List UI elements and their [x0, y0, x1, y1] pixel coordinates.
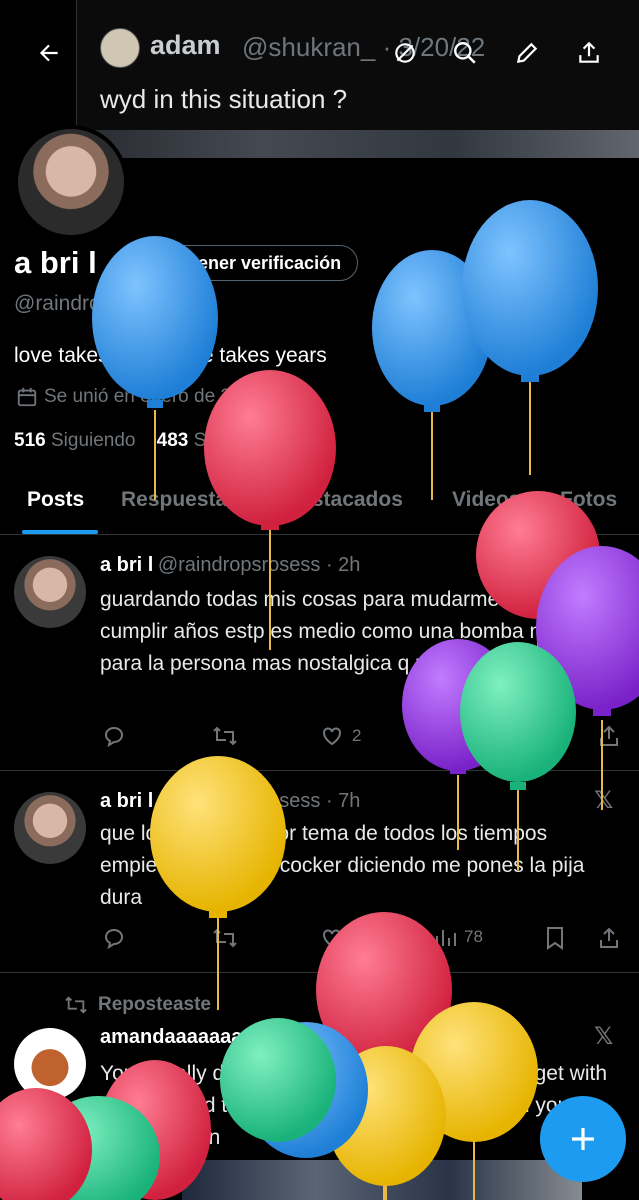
tweet-divider: [0, 770, 639, 771]
followers-link[interactable]: 483 Seguidores: [157, 430, 290, 451]
grok-button[interactable]: [384, 32, 426, 74]
get-verified-label: Obtener verificación: [167, 252, 342, 273]
like-count: 3: [352, 928, 362, 947]
reply-icon: [104, 726, 124, 748]
quoted-tweet-image: [76, 130, 639, 158]
tweet-media-image[interactable]: [182, 1160, 582, 1200]
share-tweet-button[interactable]: [598, 926, 620, 950]
views-count: 5: [464, 725, 474, 744]
quoted-tweet-avatar: [100, 28, 140, 68]
like-count: 2: [352, 726, 362, 745]
x-logo-icon: 𝕏: [594, 1023, 614, 1050]
joined-date: Se unió en enero de 2022: [44, 386, 263, 407]
profile-name: a bri l: [14, 245, 97, 280]
views-icon: [436, 728, 456, 744]
tweet-header: a bri l @raindropsrosess · 7h: [100, 790, 360, 813]
tweet-header: a bri l @raindropsrosess · 2h: [100, 554, 360, 577]
profile-handle: @raindropsrosess: [14, 292, 185, 315]
tweet-avatar[interactable]: [14, 1028, 86, 1100]
tweet-text: que locura q el mejor tema de todos los …: [100, 822, 585, 909]
heart-icon: [323, 727, 341, 746]
views-button[interactable]: 5: [434, 724, 473, 746]
followers-label: Seguidores: [193, 430, 290, 451]
share-button[interactable]: [568, 32, 610, 74]
search-icon: [454, 42, 476, 64]
balloon-red: [0, 1088, 92, 1200]
views-icon: [436, 930, 456, 946]
reply-button[interactable]: [102, 926, 126, 950]
share-icon: [600, 927, 618, 948]
repost-label: Reposteaste: [98, 994, 211, 1015]
bookmark-button[interactable]: [544, 926, 566, 950]
share-icon: [579, 41, 599, 63]
following-label: Siguiendo: [50, 430, 136, 451]
tweet-text: guardando todas mis cosas para mudarme a…: [100, 588, 605, 675]
followers-count: 483: [156, 430, 189, 451]
following-link[interactable]: 516 Siguiendo: [14, 430, 136, 451]
repost-icon: [213, 928, 237, 948]
grok-icon: [395, 43, 415, 63]
tweet-author-name: a bri l: [100, 554, 154, 576]
heart-icon: [323, 929, 341, 948]
tab-videos[interactable]: Videos: [452, 488, 520, 512]
like-button[interactable]: 2: [320, 724, 361, 748]
x-logo-icon: 𝕏: [594, 553, 614, 580]
tweet-author-name: a bri l: [100, 790, 154, 812]
plus-icon: [572, 1128, 594, 1150]
tweet-avatar[interactable]: [14, 792, 86, 864]
repost-button[interactable]: [212, 724, 238, 748]
tab-photos[interactable]: Fotos: [560, 488, 617, 512]
compose-button[interactable]: [540, 1096, 626, 1182]
bookmark-button[interactable]: [544, 724, 566, 748]
search-button[interactable]: [444, 32, 486, 74]
balloon-blue: [372, 250, 492, 500]
arrow-left-icon: [39, 44, 58, 62]
tweet-avatar[interactable]: [14, 556, 86, 628]
tab-highlights[interactable]: Destacados: [285, 488, 403, 512]
repost-icon: [65, 996, 87, 1014]
tweet-author-name: amandaaaaaaaaaaaaaaaaaa: [100, 1026, 365, 1048]
share-icon: [600, 725, 618, 746]
reply-icon: [104, 928, 124, 950]
repost-icon: [213, 726, 237, 746]
tweet-meta: @raindropsrosess · 2h: [157, 554, 361, 576]
tweet-header: amandaaaaaaaaaaaaaaaaaa @out... · 1d: [100, 1026, 474, 1049]
tab-divider: [0, 534, 639, 535]
bookmark-icon: [547, 725, 563, 748]
edit-button[interactable]: [506, 32, 548, 74]
back-button[interactable]: [28, 32, 70, 74]
bookmark-icon: [547, 927, 563, 950]
get-verified-button[interactable]: Obtener verificación: [118, 245, 359, 281]
views-count: 78: [464, 927, 483, 946]
repost-indicator: Reposteaste: [64, 994, 211, 1016]
balloon-blue: [462, 200, 598, 475]
profile-avatar[interactable]: [14, 125, 128, 239]
pencil-icon: [516, 42, 538, 64]
repost-button[interactable]: [212, 926, 238, 950]
quoted-tweet-text: wyd in this situation ?: [100, 84, 348, 114]
follow-stats: 516 Siguiendo 483 Seguidores: [14, 430, 290, 452]
following-count: 516: [14, 430, 46, 451]
tweet-divider: [0, 972, 639, 973]
like-button[interactable]: 3: [320, 926, 361, 950]
tweet-meta: @out... · 1d: [369, 1026, 474, 1048]
tab-posts[interactable]: Posts: [27, 488, 84, 512]
reply-button[interactable]: [102, 724, 126, 748]
share-tweet-button[interactable]: [598, 724, 620, 748]
verified-badge-icon: [137, 253, 155, 275]
quoted-tweet-name: adam: [150, 30, 221, 60]
profile-bio: love takes miles, love takes years: [14, 344, 327, 367]
balloon-red: [316, 912, 452, 1200]
tab-replies[interactable]: Respuestas: [121, 488, 239, 512]
x-logo-icon: 𝕏: [594, 787, 614, 814]
tweet-meta: @raindropsrosess · 7h: [157, 790, 361, 812]
views-button[interactable]: 78: [434, 926, 483, 948]
calendar-icon: [17, 387, 37, 407]
